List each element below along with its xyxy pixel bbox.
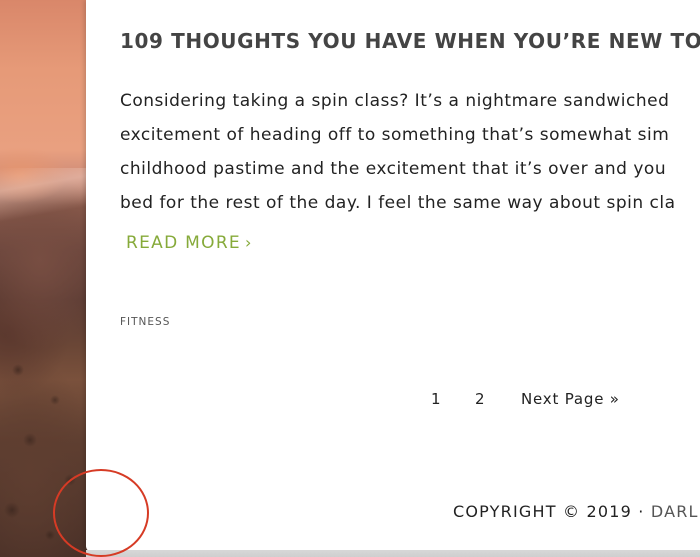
read-more-link[interactable]: READ MORE ›	[126, 233, 253, 253]
annotation-circle	[53, 469, 149, 557]
window-bottom-edge	[86, 550, 700, 557]
category-link-fitness[interactable]: FITNESS	[120, 316, 170, 328]
footer-brand-link[interactable]: DARL	[651, 502, 699, 521]
excerpt-line: Considering taking a spin class? It’s a …	[120, 91, 670, 111]
excerpt-line: bed for the rest of the day. I feel the …	[120, 193, 676, 213]
excerpt-line: excitement of heading off to something t…	[120, 125, 670, 145]
read-more-label: READ MORE	[126, 233, 241, 253]
excerpt-line: childhood pastime and the excitement tha…	[120, 159, 667, 179]
footer-copyright: COPYRIGHT © 2019 · DARL	[453, 502, 699, 521]
wallpaper-ridge	[0, 168, 96, 228]
post-excerpt: Considering taking a spin class? It’s a …	[120, 84, 700, 220]
page-link-2[interactable]: 2	[475, 390, 485, 408]
next-page-link[interactable]: Next Page »	[521, 390, 620, 408]
blog-page	[86, 0, 700, 552]
screen: 109 THOUGHTS YOU HAVE WHEN YOU’RE NEW TO…	[0, 0, 700, 557]
post-title[interactable]: 109 THOUGHTS YOU HAVE WHEN YOU’RE NEW TO	[120, 29, 700, 53]
copyright-text: COPYRIGHT © 2019 ·	[453, 502, 651, 521]
chevron-right-icon: ›	[244, 233, 253, 252]
page-link-1[interactable]: 1	[431, 390, 441, 408]
